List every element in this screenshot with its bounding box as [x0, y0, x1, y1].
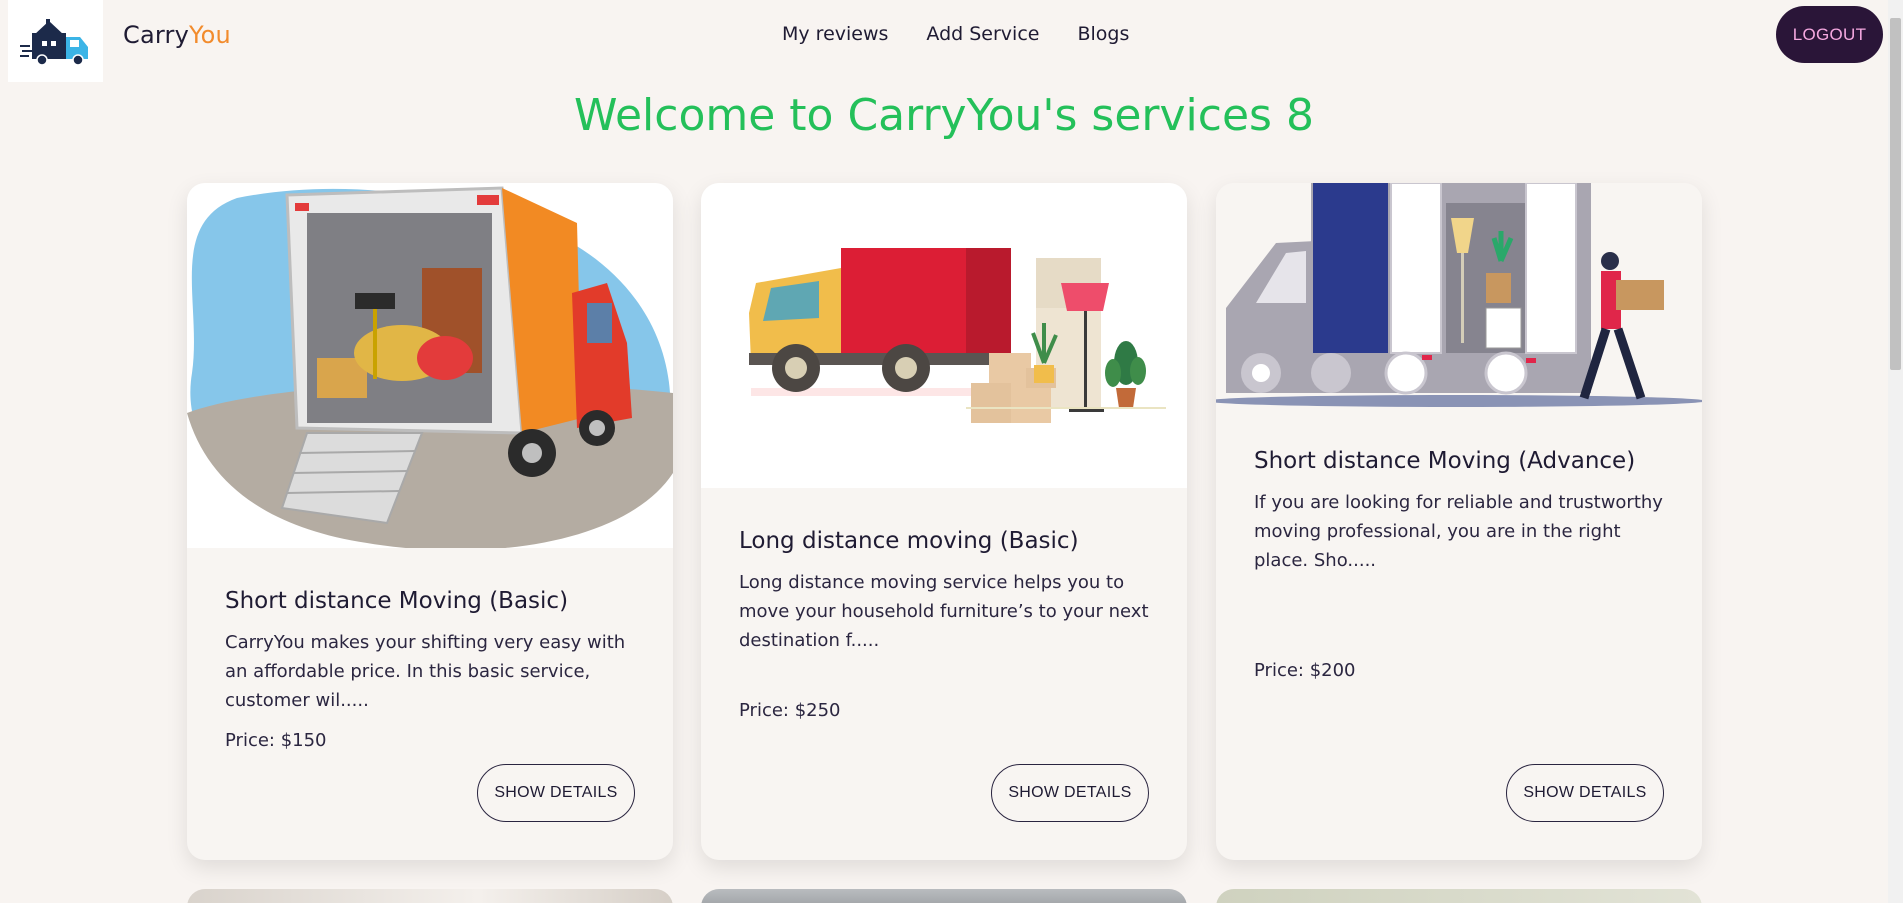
service-image-delivery-truck — [701, 183, 1187, 488]
service-card: Short distance Moving (Basic) CarryYou m… — [187, 183, 673, 860]
brand-name[interactable]: CarryYou — [123, 21, 231, 49]
navbar: CarryYou My reviews Add Service Blogs LO… — [0, 0, 1888, 86]
service-price: Price: $250 — [739, 700, 841, 721]
scrollbar[interactable] — [1888, 0, 1903, 903]
logo[interactable] — [8, 0, 103, 82]
show-details-button[interactable]: SHOW DETAILS — [991, 764, 1149, 822]
service-card: Long distance moving (Basic) Long distan… — [701, 183, 1187, 860]
brand-name-part1: Carry — [123, 21, 189, 49]
service-card: Short distance Moving (Advance) If you a… — [1216, 183, 1702, 860]
logout-button[interactable]: LOGOUT — [1776, 6, 1883, 63]
nav-links: My reviews Add Service Blogs — [782, 23, 1129, 45]
service-image-van-mover — [1216, 183, 1702, 408]
service-image-moving-truck — [187, 183, 673, 548]
show-details-button[interactable]: SHOW DETAILS — [477, 764, 635, 822]
truck-logo-icon — [19, 19, 88, 66]
nav-link-add-service[interactable]: Add Service — [926, 23, 1039, 45]
service-description: Long distance moving service helps you t… — [739, 572, 1149, 651]
service-title: Short distance Moving (Basic) — [225, 588, 569, 614]
nav-link-my-reviews[interactable]: My reviews — [782, 23, 888, 45]
service-title: Long distance moving (Basic) — [739, 528, 1079, 554]
nav-link-blogs[interactable]: Blogs — [1077, 23, 1129, 45]
service-price: Price: $200 — [1254, 660, 1356, 681]
scrollbar-thumb[interactable] — [1890, 18, 1901, 370]
service-description: If you are looking for reliable and trus… — [1254, 492, 1663, 571]
service-card-partial — [701, 889, 1187, 903]
service-price: Price: $150 — [225, 730, 327, 751]
service-card-partial — [187, 889, 673, 903]
service-title: Short distance Moving (Advance) — [1254, 448, 1636, 474]
brand-name-part2: You — [188, 21, 231, 49]
service-description: CarryYou makes your shifting very easy w… — [225, 632, 626, 711]
service-card-partial — [1216, 889, 1702, 903]
show-details-button[interactable]: SHOW DETAILS — [1506, 764, 1664, 822]
page-title: Welcome to CarryYou's services 8 — [574, 90, 1314, 141]
